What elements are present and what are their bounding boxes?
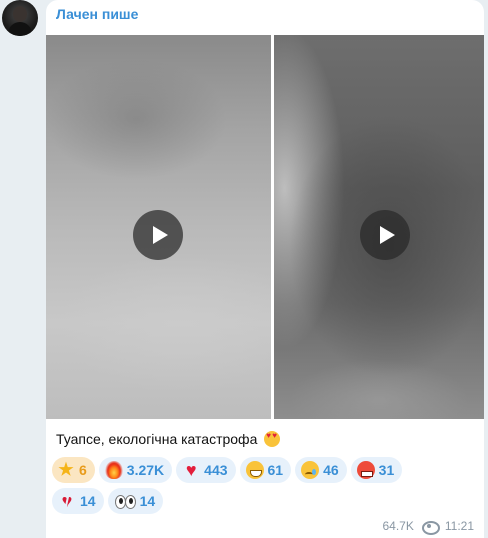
message-bubble: Лачен пише Туапсе, екологічна катастрофа… [46, 0, 484, 538]
crying-face-icon [301, 461, 320, 479]
heart-icon: ♥ [185, 460, 197, 480]
message-time: 11:21 [444, 519, 474, 533]
fire-icon [104, 461, 123, 479]
avatar-head [13, 6, 27, 22]
heart-eyes-emoji-icon [264, 431, 281, 447]
reactions-bar: ★ 6 3.27K ♥ 443 61 46 31 ♥ 14 14 [52, 457, 472, 519]
play-icon[interactable] [360, 210, 410, 260]
video-thumbnail-2[interactable] [274, 35, 484, 419]
channel-name[interactable]: Лачен пише [56, 6, 138, 22]
reaction-count: 61 [267, 462, 284, 478]
reaction-angry[interactable]: 31 [350, 457, 403, 483]
reaction-broken-heart[interactable]: ♥ 14 [52, 488, 104, 514]
avatar-body [8, 22, 32, 36]
reactions-row-2: ♥ 14 14 [52, 488, 472, 514]
reaction-count: 14 [139, 493, 156, 509]
broken-heart-icon: ♥ [58, 492, 76, 510]
eyes-icon [114, 492, 136, 510]
reaction-count: 31 [378, 462, 395, 478]
media-album [46, 35, 484, 419]
views-eye-icon [421, 521, 440, 535]
reaction-cry[interactable]: 46 [295, 457, 347, 483]
video-thumbnail-1[interactable] [46, 35, 271, 419]
play-icon[interactable] [133, 210, 183, 260]
message-caption: Туапсе, екологічна катастрофа [56, 431, 281, 447]
caption-text: Туапсе, екологічна катастрофа [56, 431, 258, 447]
reaction-star[interactable]: ★ 6 [52, 457, 95, 483]
channel-avatar[interactable] [2, 0, 38, 36]
reaction-eyes[interactable]: 14 [107, 488, 164, 514]
grin-face-icon [245, 461, 264, 479]
star-icon: ★ [58, 460, 74, 479]
reaction-count: 6 [79, 462, 87, 478]
reactions-row-1: ★ 6 3.27K ♥ 443 61 46 31 [52, 457, 472, 483]
message-meta: 64.7K 11:21 [382, 519, 474, 535]
reaction-fire[interactable]: 3.27K [98, 457, 173, 483]
reaction-count: 3.27K [126, 462, 165, 478]
reaction-heart[interactable]: ♥ 443 [176, 457, 236, 483]
reaction-count: 14 [80, 493, 96, 509]
view-count: 64.7K [382, 519, 414, 533]
angry-face-icon [356, 461, 375, 479]
reaction-grin[interactable]: 61 [239, 457, 292, 483]
reaction-count: 46 [323, 462, 339, 478]
reaction-count: 443 [204, 462, 228, 478]
